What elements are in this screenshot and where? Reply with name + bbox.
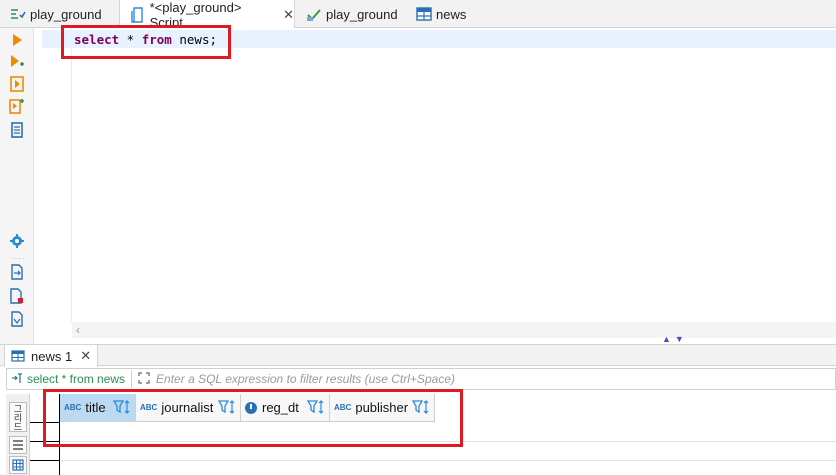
table-icon (11, 350, 25, 362)
execute-in-new-tab-icon[interactable] (9, 54, 25, 70)
gear-icon[interactable] (9, 233, 25, 249)
tab-news-1[interactable]: news 1 ✕ (4, 345, 99, 367)
filter-query-text: select * from news (27, 372, 126, 386)
line-number-gutter (34, 28, 72, 322)
sql-editor[interactable] (72, 28, 836, 322)
query-text: select * from news (11, 372, 125, 387)
sql-editor-icon (10, 6, 26, 22)
export-icon[interactable] (9, 264, 25, 280)
explain-plan-icon[interactable] (9, 122, 25, 138)
grid-view-icon[interactable] (9, 456, 27, 474)
database-connection-icon (306, 6, 322, 22)
execute-script-new-tab-icon[interactable] (9, 98, 25, 114)
grid-view-switcher: 그리드 (6, 394, 30, 475)
text-view-icon[interactable] (9, 436, 27, 454)
scroll-left-icon[interactable]: ‹ (76, 323, 80, 337)
script-icon (130, 6, 146, 23)
editor-horizontal-scrollbar[interactable]: ‹ (72, 322, 836, 338)
table-icon (416, 6, 432, 22)
divider (131, 370, 133, 388)
toolbar-separator: ···· (11, 254, 26, 263)
expand-icon[interactable] (138, 371, 150, 387)
tab-news-table[interactable]: news (406, 0, 496, 28)
row-divider (30, 460, 60, 461)
results-tab-bar: news 1 ✕ (0, 344, 836, 367)
highlight-box-columns (43, 389, 463, 447)
grid-row-line (60, 460, 836, 461)
filter-query-icon (11, 372, 23, 387)
new-script-icon[interactable] (9, 288, 25, 304)
close-icon[interactable]: ✕ (80, 348, 91, 364)
tab-label: play_ground (30, 6, 102, 22)
tab-play-ground-editor[interactable]: play_ground (0, 0, 118, 28)
grid-mode-toggle[interactable]: 그리드 (9, 402, 27, 432)
editor-side-toolbar: ···· (0, 28, 34, 346)
editor-tab-bar: play_ground *<play_ground> Script ✕ play… (0, 0, 836, 30)
results-filter-bar: select * from news Enter a SQL expressio… (6, 368, 836, 390)
format-sql-icon[interactable] (9, 311, 25, 327)
tab-play-ground-connection[interactable]: play_ground (296, 0, 406, 28)
tab-label: news (436, 6, 467, 22)
execute-statement-icon[interactable] (9, 32, 25, 48)
panel-maximize-restore[interactable]: ▲▼ (662, 334, 688, 344)
close-icon[interactable]: ✕ (283, 7, 294, 23)
execute-script-icon[interactable] (9, 76, 25, 92)
highlight-box-query (61, 25, 231, 59)
filter-expression-input[interactable]: Enter a SQL expression to filter results… (156, 372, 455, 386)
tab-label: play_ground (326, 6, 398, 22)
results-tab-label: news 1 (31, 348, 73, 364)
